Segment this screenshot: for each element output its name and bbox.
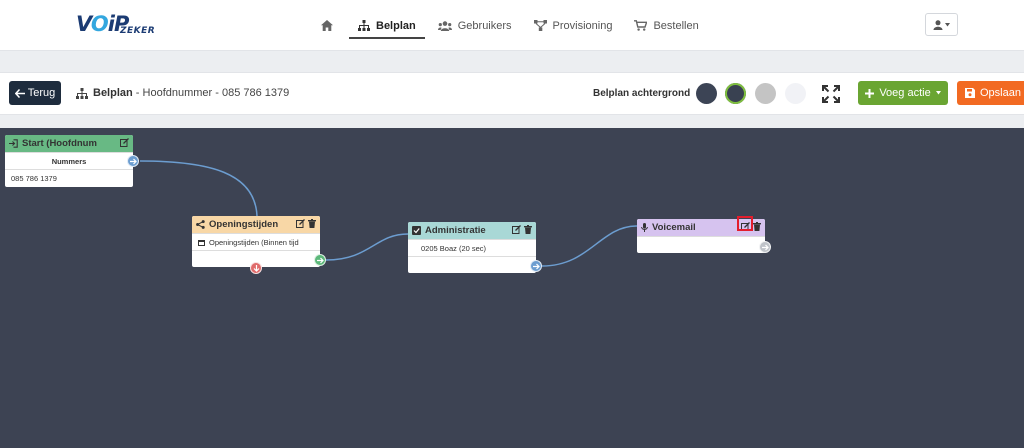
- sitemap-icon: [76, 87, 88, 99]
- node-openingstijden-label: Openingstijden (Binnen tijd: [209, 237, 299, 247]
- users-icon: [437, 20, 452, 31]
- wire-openingstijden-administratie: [325, 233, 409, 261]
- node-start-number: 085 786 1379: [5, 169, 133, 186]
- top-navbar: VOiP ZEKER Belplan Gebruikers Provisioni…: [0, 0, 1024, 51]
- checkbox-icon: [412, 226, 421, 235]
- add-action-label: Voeg actie: [879, 87, 931, 99]
- nav-label: Gebruikers: [457, 19, 512, 32]
- node-openingstijden[interactable]: Openingstijden Openingstijden (Binnen ti…: [192, 216, 326, 274]
- trash-icon[interactable]: [308, 219, 316, 228]
- nav-home[interactable]: [312, 14, 345, 38]
- microphone-icon: [641, 223, 648, 232]
- node-administratie-title: Administratie: [425, 225, 486, 236]
- node-openingstijden-fallback-port[interactable]: [250, 262, 262, 274]
- voipzeker-logo[interactable]: VOiP ZEKER: [76, 12, 162, 38]
- nav-gebruikers[interactable]: Gebruikers: [429, 14, 521, 38]
- caret-down-icon: [935, 91, 941, 95]
- wire-start-openingstijden: [139, 160, 258, 217]
- nav-bestellen[interactable]: Bestellen: [625, 14, 707, 38]
- connection-wires: [139, 160, 638, 267]
- nav-label: Belplan: [376, 19, 416, 32]
- node-administratie-footer: [408, 256, 536, 271]
- fullscreen-icon[interactable]: [822, 85, 840, 103]
- arrow-left-icon: [14, 88, 25, 98]
- save-label: Opslaan: [980, 87, 1021, 99]
- background-swatch-light[interactable]: [785, 83, 806, 104]
- node-start[interactable]: Start (Hoofdnum Nummers 085 786 1379: [5, 135, 139, 187]
- background-swatch-dark[interactable]: [696, 83, 717, 104]
- node-start-section: Nummers: [5, 152, 133, 169]
- nav-label: Bestellen: [653, 19, 699, 32]
- breadcrumb: Belplan - Hoofdnummer - 085 786 1379: [76, 87, 289, 99]
- node-voicemail-title: Voicemail: [652, 222, 696, 233]
- node-openingstijden-header[interactable]: Openingstijden: [192, 216, 320, 233]
- node-openingstijden-output-port[interactable]: [314, 254, 326, 266]
- background-swatch-grey[interactable]: [755, 83, 776, 104]
- node-voicemail[interactable]: Voicemail: [637, 216, 771, 253]
- back-button-label: Terug: [27, 87, 56, 99]
- edit-highlight-box: [737, 216, 753, 231]
- node-administratie-row: 0205 Boaz (20 sec): [408, 239, 536, 256]
- calendar-icon: [198, 239, 205, 246]
- edit-icon[interactable]: [512, 225, 521, 234]
- background-swatch-selected[interactable]: [725, 83, 746, 104]
- network-icon: [533, 20, 547, 31]
- wire-administratie-voicemail: [541, 225, 638, 267]
- belplan-toolbar: Terug Belplan - Hoofdnummer - 085 786 13…: [0, 72, 1024, 115]
- breadcrumb-title: Belplan: [93, 87, 133, 99]
- belplan-canvas[interactable]: Start (Hoofdnum Nummers 085 786 1379 Ope…: [0, 128, 1024, 448]
- save-button[interactable]: Opslaan: [957, 81, 1024, 105]
- nav-provisioning[interactable]: Provisioning: [525, 14, 622, 38]
- plus-icon: [865, 88, 875, 98]
- main-nav: Belplan Gebruikers Provisioning Bestelle…: [312, 0, 712, 51]
- user-menu-button[interactable]: [925, 13, 958, 36]
- edit-icon[interactable]: [120, 138, 129, 147]
- edit-icon[interactable]: [296, 219, 305, 228]
- home-icon: [321, 20, 333, 31]
- caret-down-icon: [945, 22, 950, 27]
- node-administratie-output-port[interactable]: [530, 260, 542, 272]
- node-openingstijden-row: Openingstijden (Binnen tijd: [192, 233, 320, 250]
- node-start-title: Start (Hoofdnum: [22, 138, 97, 149]
- node-administratie[interactable]: Administratie 0205 Boaz (20 sec): [408, 222, 542, 273]
- background-label: Belplan achtergrond: [593, 88, 691, 99]
- floppy-icon: [965, 88, 975, 98]
- node-voicemail-body: [637, 236, 765, 253]
- add-action-button[interactable]: Voeg actie: [858, 81, 948, 105]
- share-icon: [196, 220, 205, 229]
- cart-icon: [634, 20, 648, 31]
- node-start-output-port[interactable]: [127, 155, 139, 167]
- breadcrumb-detail: - Hoofdnummer - 085 786 1379: [132, 87, 290, 99]
- node-start-header[interactable]: Start (Hoofdnum: [5, 135, 133, 152]
- nav-label: Provisioning: [552, 19, 613, 32]
- trash-icon[interactable]: [753, 222, 761, 231]
- trash-icon[interactable]: [524, 225, 532, 234]
- node-administratie-header[interactable]: Administratie: [408, 222, 536, 239]
- user-icon: [933, 19, 943, 30]
- node-openingstijden-title: Openingstijden: [209, 219, 279, 230]
- sitemap-icon: [358, 20, 370, 31]
- nav-belplan[interactable]: Belplan: [349, 13, 425, 39]
- node-voicemail-output-port[interactable]: [759, 241, 771, 253]
- node-administratie-label: 0205 Boaz (20 sec): [421, 243, 487, 253]
- sign-in-icon: [9, 139, 18, 148]
- back-button[interactable]: Terug: [9, 81, 61, 105]
